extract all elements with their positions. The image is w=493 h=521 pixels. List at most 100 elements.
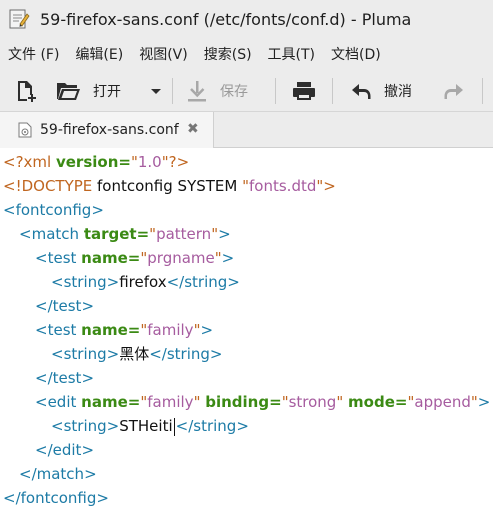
code-token: = <box>269 393 282 411</box>
code-token: > <box>81 369 95 387</box>
code-token: </ <box>19 465 37 483</box>
save-button[interactable]: 保存 <box>186 70 248 112</box>
document-tab[interactable]: 59-firefox-sans.conf ✖ <box>0 112 214 148</box>
code-token: < <box>51 273 64 291</box>
save-label: 保存 <box>220 84 248 100</box>
code-token: 1.0 <box>137 153 162 171</box>
tab-label: 59-firefox-sans.conf <box>40 122 179 138</box>
code-token: match <box>36 465 85 483</box>
redo-icon <box>444 84 463 99</box>
code-token: " <box>161 153 169 171</box>
code-token: edit <box>47 393 77 411</box>
code-token: strong <box>288 393 337 411</box>
code-token: < <box>51 345 64 363</box>
code-line: <string>黑体</string> <box>51 342 223 366</box>
code-token: string <box>63 273 107 291</box>
code-token: <?xml <box>3 153 56 171</box>
code-token: > <box>200 321 214 339</box>
code-token: > <box>323 177 336 195</box>
code-token: > <box>209 345 223 363</box>
code-token: < <box>19 225 32 243</box>
code-token: = <box>127 249 141 267</box>
code-token: <!DOCTYPE <box>3 177 98 195</box>
menu-search[interactable]: 搜索(S) <box>204 44 252 64</box>
code-token: edit <box>52 441 82 459</box>
code-token: = <box>118 153 131 171</box>
code-token: pattern <box>156 225 212 243</box>
code-token: " <box>470 393 478 411</box>
code-token: family <box>147 321 194 339</box>
code-token: = <box>127 393 141 411</box>
code-token: < <box>3 201 16 219</box>
code-line: <fontconfig> <box>3 198 104 222</box>
undo-icon <box>352 84 371 99</box>
code-token: string <box>166 345 210 363</box>
tab-close-icon[interactable]: ✖ <box>187 121 201 137</box>
code-token: = <box>394 393 408 411</box>
undo-button[interactable]: 撤消 <box>350 70 412 112</box>
open-recent-dropdown[interactable] <box>149 70 163 112</box>
code-token: > <box>236 417 249 435</box>
code-token: " <box>130 153 138 171</box>
code-token: > <box>96 489 109 507</box>
redo-button[interactable] <box>443 70 465 112</box>
code-token: test <box>52 369 82 387</box>
code-token: test <box>47 321 77 339</box>
toolbar-separator <box>275 78 276 104</box>
code-token: version <box>55 153 119 171</box>
code-line: <match target="pattern"> <box>19 222 231 246</box>
code-token: </ <box>3 489 21 507</box>
toolbar: 打开 保存 撤消 <box>0 70 493 112</box>
code-token: > <box>218 225 231 243</box>
window-title: 59-firefox-sans.conf (/etc/fonts/conf.d)… <box>40 9 412 29</box>
code-token: </ <box>35 369 53 387</box>
code-token: append <box>414 393 471 411</box>
code-token: fontconfig <box>15 201 92 219</box>
title-bar: 59-firefox-sans.conf (/etc/fonts/conf.d)… <box>0 0 493 38</box>
code-token: < <box>35 321 48 339</box>
code-token: family <box>147 393 194 411</box>
text-editor-icon <box>9 9 30 29</box>
menu-tools[interactable]: 工具(T) <box>268 44 315 64</box>
code-token: > <box>106 273 120 291</box>
code-token: string <box>184 273 228 291</box>
code-token: fontconfig SYSTEM <box>97 177 243 195</box>
code-line: <test name="prgname"> <box>35 246 234 270</box>
code-token: > <box>227 273 240 291</box>
code-token: > <box>81 297 95 315</box>
code-token: name <box>81 249 128 267</box>
code-line: <!DOCTYPE fontconfig SYSTEM "fonts.dtd"> <box>3 174 336 198</box>
code-token: 黑体 <box>119 345 150 363</box>
code-line: </test> <box>35 366 94 390</box>
open-folder-icon <box>57 83 80 100</box>
code-token: > <box>91 201 104 219</box>
code-token: > <box>106 417 120 435</box>
code-token: < <box>35 393 48 411</box>
code-token: test <box>52 297 82 315</box>
code-line: </test> <box>35 294 94 318</box>
open-button[interactable]: 打开 <box>55 70 121 112</box>
text-editor[interactable]: <?xml version="1.0"?> <!DOCTYPE fontconfi… <box>0 148 493 521</box>
undo-label: 撤消 <box>384 84 412 100</box>
open-label: 打开 <box>93 84 121 100</box>
printer-icon <box>293 82 315 100</box>
code-token: </ <box>35 441 53 459</box>
code-token: mode <box>348 393 395 411</box>
menu-edit[interactable]: 编辑(E) <box>75 44 123 64</box>
code-token: > <box>81 441 95 459</box>
code-token: < <box>35 249 48 267</box>
menu-view[interactable]: 视图(V) <box>139 44 188 64</box>
code-line: <string>firefox</string> <box>51 270 240 294</box>
code-line: <edit name="family" binding="strong" mod… <box>35 390 490 414</box>
print-button[interactable] <box>291 70 317 112</box>
menu-documents[interactable]: 文档(D) <box>331 44 381 64</box>
code-token: = <box>127 321 141 339</box>
code-token: fontconfig <box>20 489 97 507</box>
menu-file[interactable]: 文件 (F) <box>8 44 59 64</box>
code-token: STHeiti <box>119 417 173 435</box>
code-token: = <box>136 225 150 243</box>
new-document-button[interactable] <box>14 70 38 112</box>
code-token: " <box>214 249 222 267</box>
code-line: <test name="family"> <box>35 318 213 342</box>
code-token: string <box>63 417 107 435</box>
